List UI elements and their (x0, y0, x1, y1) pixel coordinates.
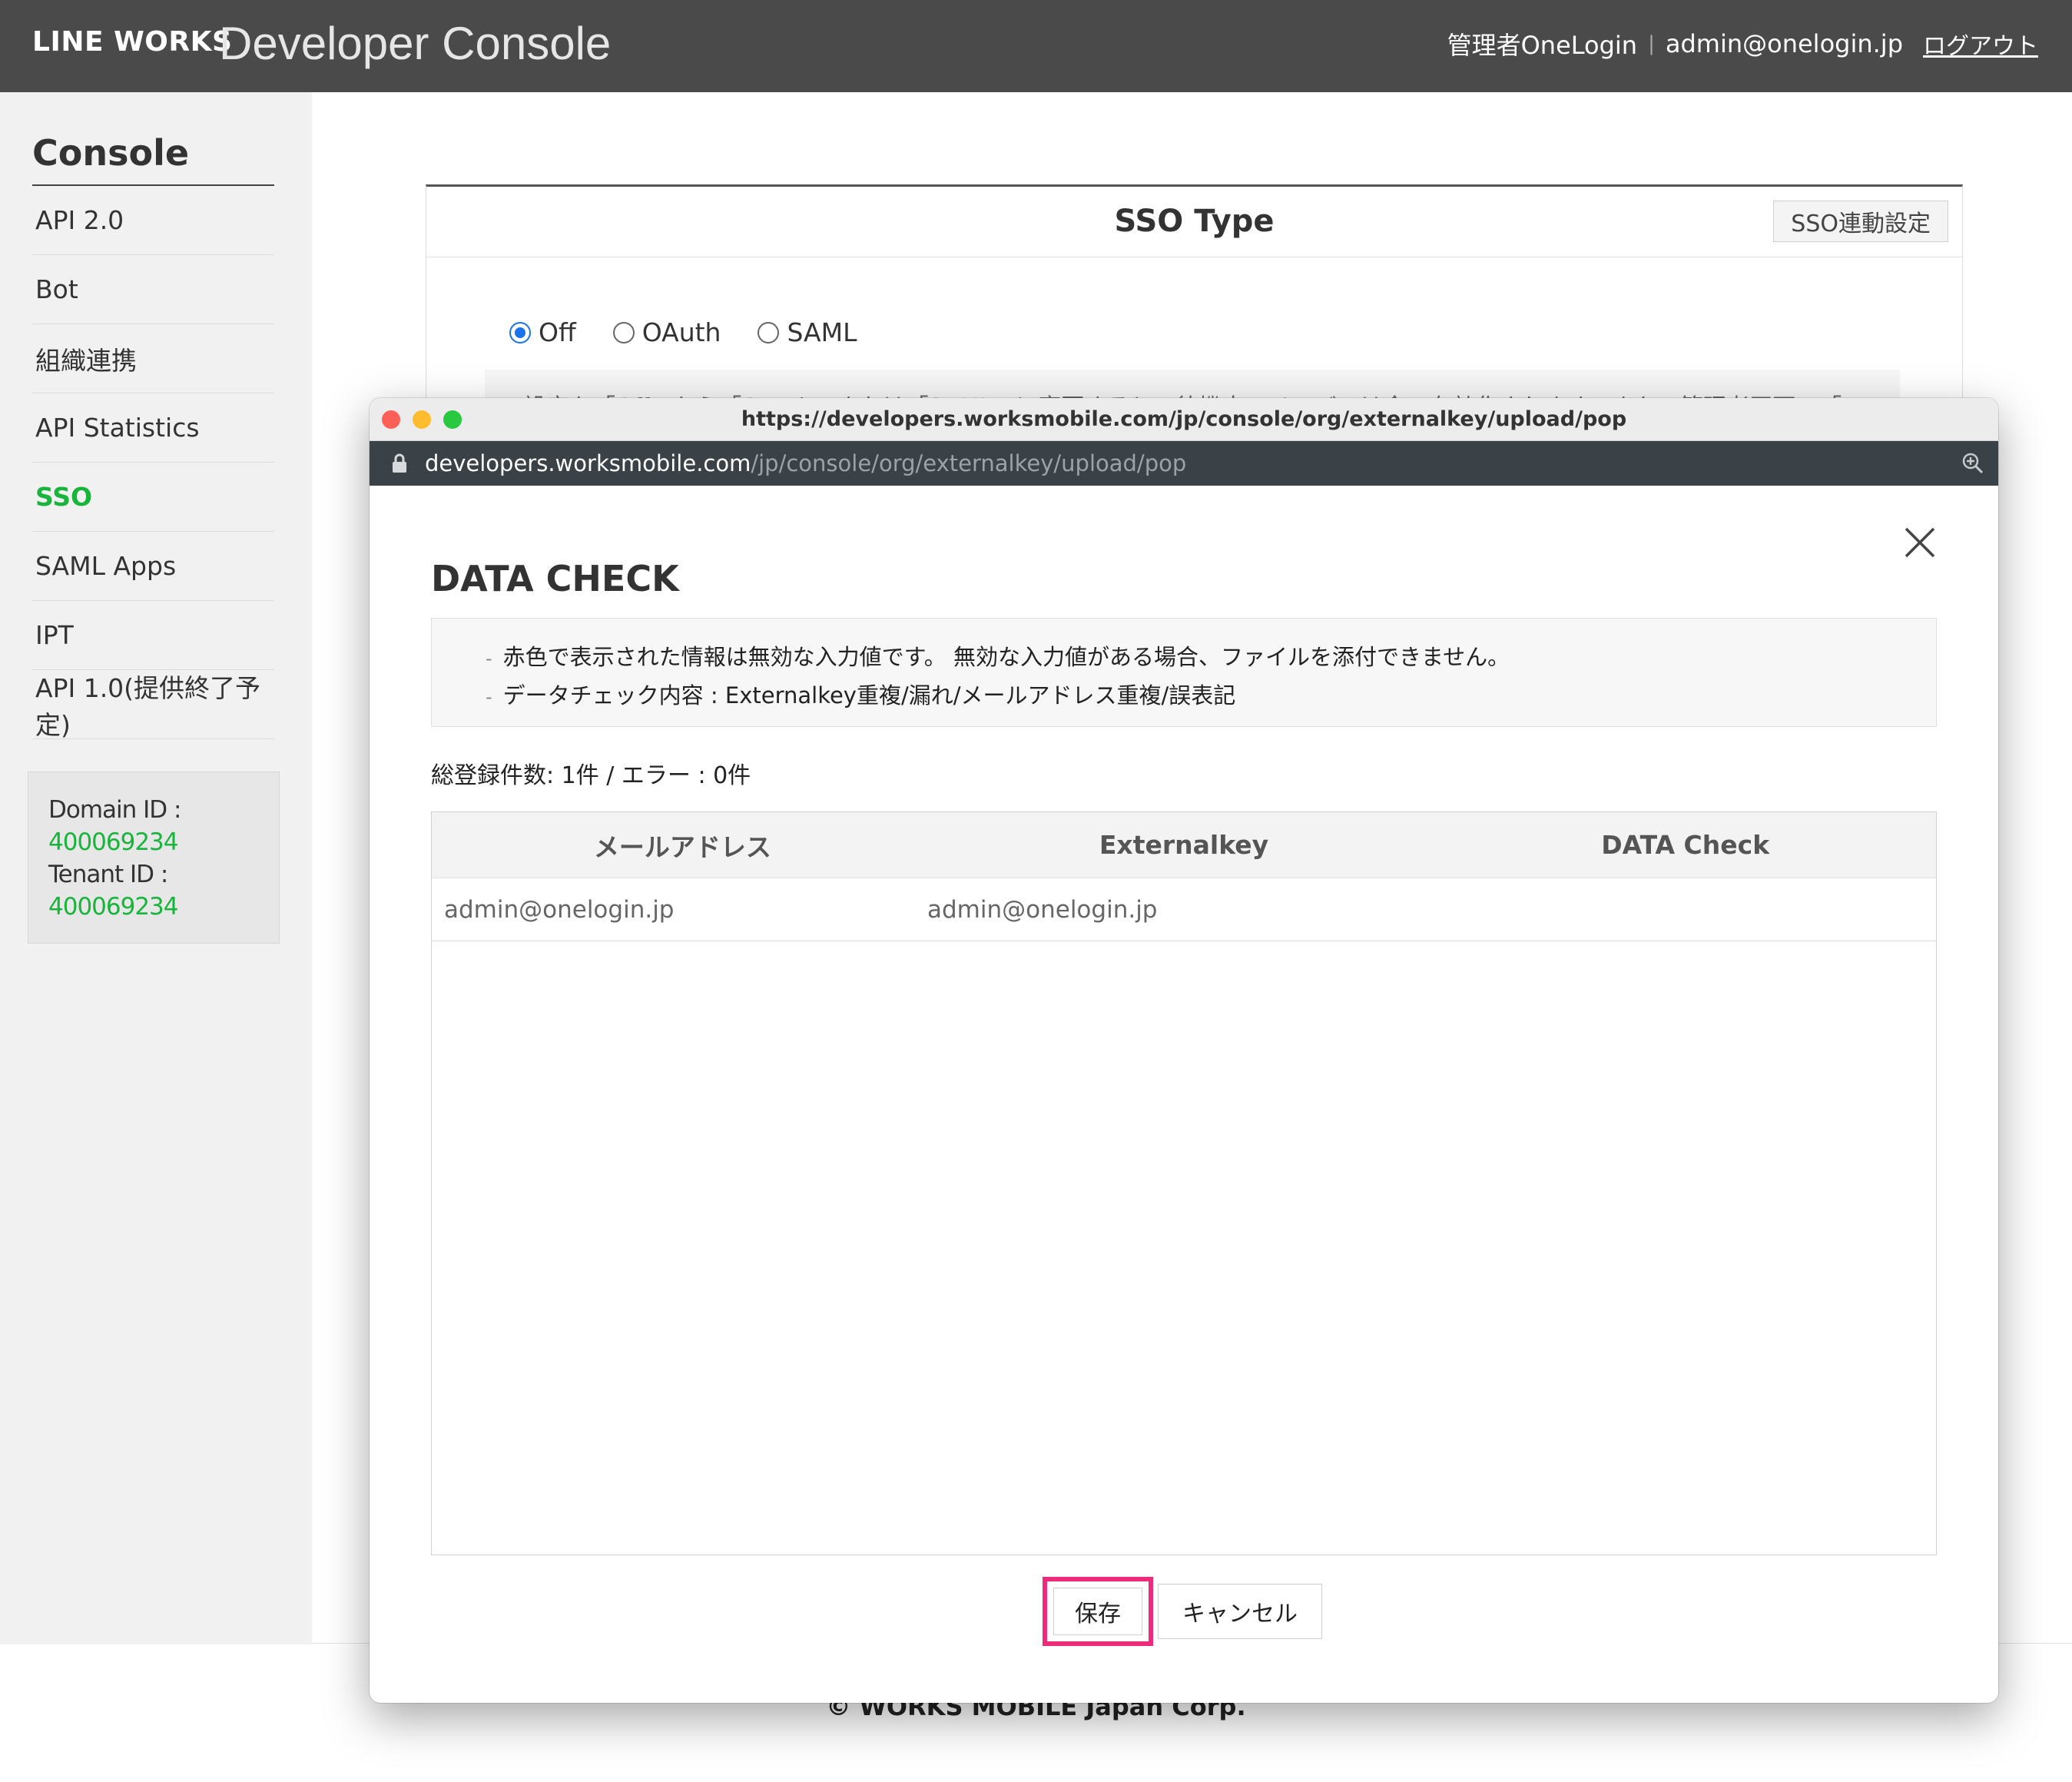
radio-off-circle[interactable] (509, 321, 531, 343)
sidebar-nav: API 2.0 Bot 組織連携 API Statistics SSO SAML… (32, 186, 274, 740)
sso-type-title: SSO Type (1114, 204, 1275, 239)
sso-type-radio-group: Off OAuth SAML (509, 317, 857, 347)
radio-saml-label: SAML (787, 317, 857, 347)
sidebar-item-org-sync[interactable]: 組織連携 (32, 324, 274, 393)
table-header: メールアドレス Externalkey DATA Check (432, 812, 1936, 878)
address-host: developers.worksmobile.com (425, 450, 751, 476)
radio-off-label: Off (539, 317, 576, 347)
sidebar-item-api1[interactable]: API 1.0(提供終了予定) (32, 670, 274, 740)
save-button[interactable]: 保存 (1053, 1588, 1142, 1635)
sidebar-title: Console (32, 132, 274, 186)
domain-id-value: 400069234 (48, 828, 179, 856)
close-icon[interactable] (1903, 526, 1937, 559)
popup-body: DATA CHECK - 赤色で表示された情報は無効な入力値です。 無効な入力値… (370, 486, 1998, 1703)
tenant-id-label: Tenant ID : (48, 861, 168, 888)
column-header-data-check: DATA Check (1601, 830, 1770, 860)
sidebar-item-bot[interactable]: Bot (32, 255, 274, 324)
radio-oauth-circle[interactable] (612, 321, 635, 343)
sidebar-item-api-statistics[interactable]: API Statistics (32, 393, 274, 463)
radio-saml-circle[interactable] (758, 321, 780, 343)
save-button-highlight[interactable]: 保存 (1043, 1577, 1153, 1646)
window-titlebar: https://developers.worksmobile.com/jp/co… (370, 398, 1998, 441)
cell-email: admin@onelogin.jp (444, 895, 675, 924)
table-row: admin@onelogin.jp admin@onelogin.jp (432, 878, 1936, 941)
info-line-text: データチェック内容 : Externalkey重複/漏れ/メールアドレス重複/誤… (502, 682, 1236, 708)
data-check-popup-window: https://developers.worksmobile.com/jp/co… (370, 398, 1998, 1703)
sso-settings-button[interactable]: SSO連動設定 (1773, 201, 1948, 242)
sidebar-item-ipt[interactable]: IPT (32, 601, 274, 670)
column-header-email: メールアドレス (593, 831, 771, 862)
address-bar[interactable]: developers.worksmobile.com/jp/console/or… (370, 441, 1998, 486)
data-check-table: メールアドレス Externalkey DATA Check admin@one… (431, 811, 1937, 1555)
user-separator: | (1648, 32, 1655, 55)
address-path: /jp/console/org/externalkey/upload/pop (751, 450, 1187, 476)
radio-oauth-label: OAuth (641, 317, 721, 347)
column-header-externalkey: Externalkey (1099, 830, 1269, 860)
info-line-text: 赤色で表示された情報は無効な入力値です。 無効な入力値がある場合、ファイルを添付… (502, 644, 1510, 670)
info-box: - 赤色で表示された情報は無効な入力値です。 無効な入力値がある場合、ファイルを… (431, 618, 1937, 727)
user-name: 管理者OneLogin (1447, 31, 1638, 60)
logout-link[interactable]: ログアウト (1923, 27, 2038, 61)
domain-id-label: Domain ID : (48, 796, 181, 824)
tenant-id-value: 400069234 (48, 893, 179, 921)
user-email: admin@onelogin.jp (1665, 29, 1903, 58)
radio-oauth[interactable]: OAuth (612, 317, 721, 347)
sidebar-item-api2[interactable]: API 2.0 (32, 186, 274, 255)
cancel-button[interactable]: キャンセル (1158, 1584, 1322, 1639)
info-line: - データチェック内容 : Externalkey重複/漏れ/メールアドレス重複… (486, 677, 1882, 715)
action-buttons: 保存 キャンセル (1043, 1577, 1322, 1646)
radio-saml[interactable]: SAML (758, 317, 857, 347)
data-check-title: DATA CHECK (431, 558, 679, 599)
sidebar-item-saml-apps[interactable]: SAML Apps (32, 532, 274, 601)
top-header: LINE WORKS Developer Console 管理者OneLogin… (0, 0, 2072, 92)
id-info-box: Domain ID : 400069234 Tenant ID : 400069… (28, 772, 280, 944)
product-title: Developer Console (219, 18, 612, 69)
user-box: 管理者OneLogin | admin@onelogin.jp ログアウト (1447, 26, 2038, 61)
bullet-icon: - (486, 648, 492, 669)
sidebar-item-sso[interactable]: SSO (32, 463, 274, 532)
sso-panel-header: SSO Type SSO連動設定 (426, 187, 1962, 257)
lock-icon (393, 453, 406, 473)
bullet-icon: - (486, 686, 492, 708)
zoom-icon[interactable] (1961, 452, 1984, 475)
record-summary: 総登録件数: 1件 / エラー : 0件 (431, 762, 751, 789)
info-line: - 赤色で表示された情報は無効な入力値です。 無効な入力値がある場合、ファイルを… (486, 639, 1882, 677)
radio-off[interactable]: Off (509, 317, 576, 347)
brand-logo: LINE WORKS (32, 26, 233, 58)
cell-externalkey: admin@onelogin.jp (927, 895, 1158, 924)
sidebar: Console API 2.0 Bot 組織連携 API Statistics … (0, 92, 312, 1644)
window-title-url: https://developers.worksmobile.com/jp/co… (741, 407, 1627, 431)
